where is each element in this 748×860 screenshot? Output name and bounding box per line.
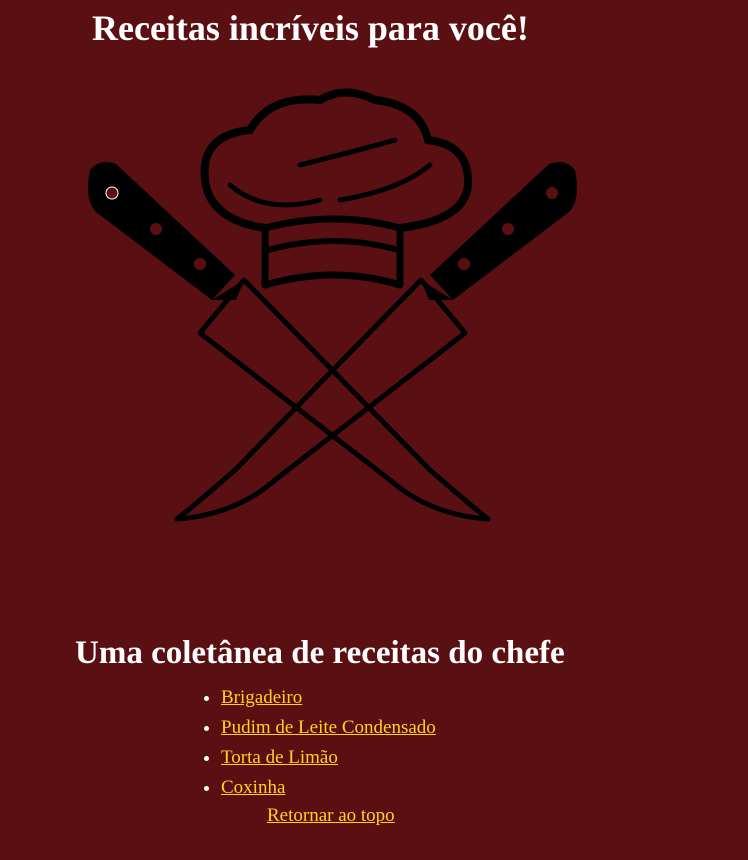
back-to-top-link[interactable]: Retornar ao topo <box>267 803 395 829</box>
list-item: Pudim de Leite Condensado <box>221 713 436 743</box>
list-item: Coxinha <box>221 773 436 803</box>
chef-hat-icon <box>200 88 473 289</box>
recipe-list: Brigadeiro Pudim de Leite Condensado Tor… <box>181 683 436 803</box>
recipe-link-pudim[interactable]: Pudim de Leite Condensado <box>221 717 436 738</box>
chef-hat-crossed-knives-icon <box>88 88 577 522</box>
left-knife-icon <box>88 162 491 522</box>
list-item: Brigadeiro <box>221 683 436 713</box>
right-knife-icon <box>174 162 577 522</box>
recipe-link-brigadeiro[interactable]: Brigadeiro <box>221 687 302 708</box>
recipe-link-coxinha[interactable]: Coxinha <box>221 777 285 798</box>
page-title: Receitas incríveis para você! <box>92 8 529 48</box>
list-item: Torta de Limão <box>221 743 436 773</box>
recipe-link-torta-de-limao[interactable]: Torta de Limão <box>221 747 338 768</box>
section-title: Uma coletânea de receitas do chefe <box>75 635 565 671</box>
